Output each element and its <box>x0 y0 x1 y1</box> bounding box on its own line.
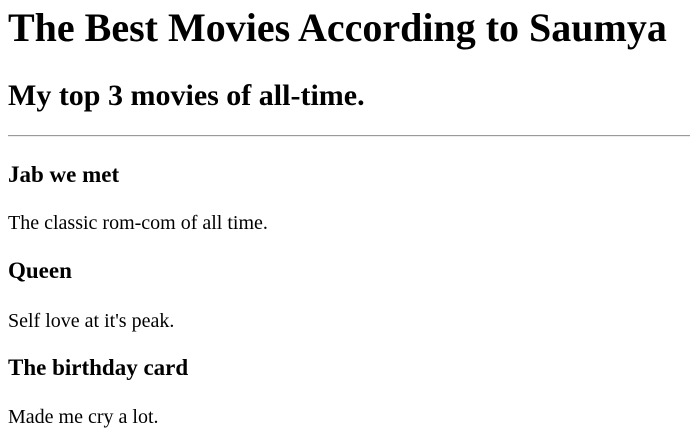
movie-description: Self love at it's peak. <box>8 310 175 332</box>
page-title: The Best Movies According to Saumya <box>8 5 667 50</box>
movie-description: Made me cry a lot. <box>8 406 159 428</box>
movie-title: Queen <box>8 258 72 283</box>
movie-description: The classic rom-com of all time. <box>8 212 268 234</box>
movie-title: Jab we met <box>8 162 120 187</box>
page-subtitle: My top 3 movies of all-time. <box>8 79 365 112</box>
divider <box>8 135 690 137</box>
movie-title: The birthday card <box>8 355 189 380</box>
